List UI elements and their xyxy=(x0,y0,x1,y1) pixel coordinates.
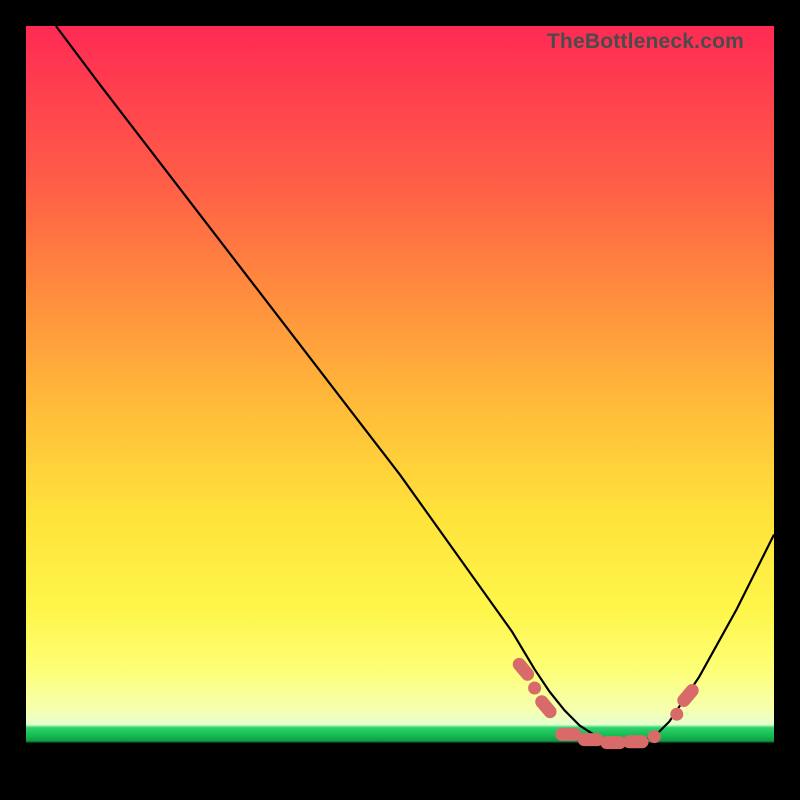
scatter-pill xyxy=(623,735,649,748)
plot-area: TheBottleneck.com xyxy=(26,26,774,774)
bottleneck-curve xyxy=(56,26,774,743)
scatter-pill xyxy=(578,733,604,746)
scatter-dot xyxy=(670,708,683,721)
scatter-dot xyxy=(528,682,541,695)
curve-svg xyxy=(26,26,774,774)
scatter-pill xyxy=(533,693,560,721)
scatter-pill xyxy=(600,736,626,749)
scatter-dot xyxy=(648,730,661,743)
scatter-group xyxy=(510,655,701,749)
scatter-pill xyxy=(510,655,537,683)
scatter-pill xyxy=(555,728,581,741)
chart-frame: TheBottleneck.com xyxy=(0,0,800,800)
scatter-pill xyxy=(675,681,702,709)
